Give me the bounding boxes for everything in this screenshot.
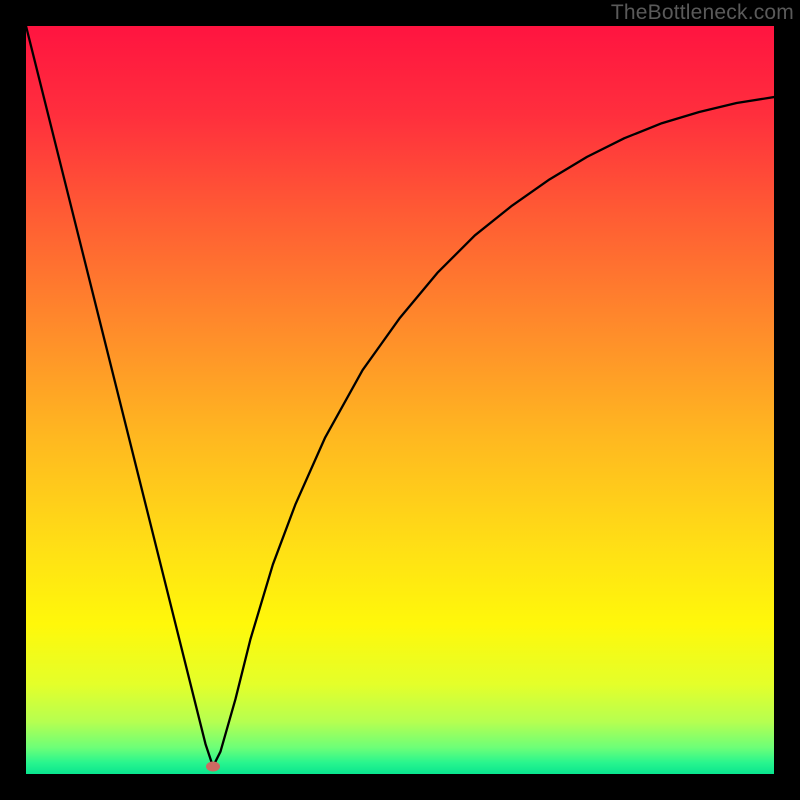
bottleneck-chart-svg (26, 26, 774, 774)
gradient-background (26, 26, 774, 774)
chart-outer-frame: TheBottleneck.com (0, 0, 800, 800)
watermark-text: TheBottleneck.com (611, 1, 794, 25)
minimum-marker-icon (206, 762, 220, 772)
plot-area (26, 26, 774, 774)
